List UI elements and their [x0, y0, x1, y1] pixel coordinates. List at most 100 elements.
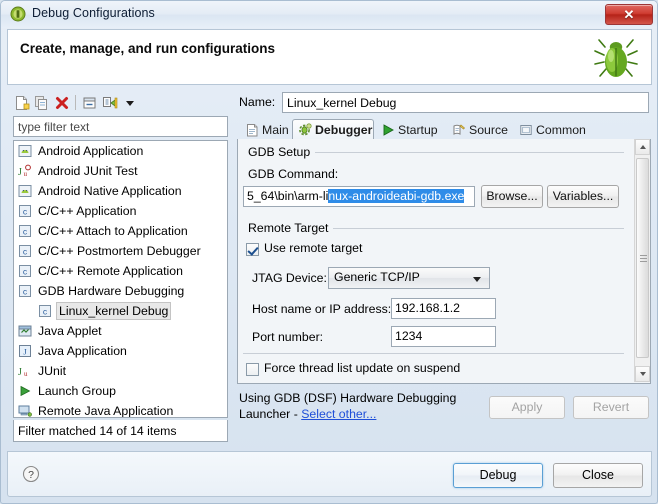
jtag-device-label: JTAG Device:	[252, 271, 327, 285]
tree-item-remote-java-application[interactable]: Remote Java Application	[14, 401, 227, 418]
gdb-command-input[interactable]: 5_64\bin\arm-linux-androideabi-gdb.exe	[243, 186, 475, 207]
filter-status-label: Filter matched 14 of 14 items	[13, 420, 228, 442]
tree-item-launch-group[interactable]: Launch Group	[14, 381, 227, 401]
tree-item-linux-kernel-debug[interactable]: c Linux_kernel Debug	[14, 301, 227, 321]
group-divider	[314, 152, 624, 153]
chevron-down-icon	[473, 277, 481, 282]
document-icon	[245, 123, 259, 137]
source-lookup-icon	[452, 123, 466, 137]
tab-label: Source	[469, 123, 508, 137]
tab-source[interactable]: Source	[446, 119, 512, 140]
tree-item-android-native-application[interactable]: Android Native Application	[14, 181, 227, 201]
launch-group-icon	[18, 384, 32, 398]
view-menu-chevron-down-icon[interactable]	[121, 94, 139, 112]
settings-vertical-scrollbar[interactable]	[634, 139, 650, 382]
tree-item-label: C/C++ Application	[38, 204, 137, 218]
tree-item-c-c-postmortem-debugger[interactable]: c C/C++ Postmortem Debugger	[14, 241, 227, 261]
svg-text:J: J	[18, 367, 22, 378]
java-application-icon: J	[18, 344, 32, 358]
green-bug-icon	[591, 33, 641, 83]
apply-button[interactable]: Apply	[489, 396, 565, 419]
dialog-header: Create, manage, and run configurations	[7, 29, 652, 85]
close-dialog-button[interactable]: Close	[553, 463, 643, 488]
svg-text:u: u	[24, 170, 28, 178]
triangle-up-icon	[640, 145, 646, 149]
host-name-label: Host name or IP address:	[252, 302, 392, 316]
tree-item-label: C/C++ Attach to Application	[38, 224, 188, 238]
tab-startup[interactable]: Startup	[375, 119, 445, 140]
filter-input[interactable]	[13, 116, 228, 137]
c-cpp-icon: c	[18, 204, 32, 218]
launcher-line2-prefix: Launcher -	[239, 407, 302, 421]
android-junit-icon: Ju	[18, 164, 32, 178]
collapse-all-icon[interactable]	[81, 94, 99, 112]
tab-common[interactable]: Common	[513, 119, 589, 140]
new-launch-configuration-icon[interactable]	[13, 94, 31, 112]
tab-label: Main	[262, 123, 289, 137]
svg-text:u: u	[24, 370, 28, 378]
title-bar: Debug Configurations ✕	[1, 1, 657, 28]
c-cpp-icon: c	[18, 224, 32, 238]
debug-button[interactable]: Debug	[453, 463, 543, 488]
tree-item-label: Remote Java Application	[38, 404, 174, 418]
force-thread-list-update-checkbox[interactable]	[246, 363, 259, 376]
variables-button[interactable]: Variables...	[547, 185, 619, 208]
eclipse-debug-icon	[10, 6, 26, 22]
triangle-down-icon	[640, 372, 646, 376]
use-remote-target-checkbox[interactable]	[246, 243, 259, 256]
debugger-tab-content: GDB Setup GDB Command: 5_64\bin\arm-linu…	[237, 139, 651, 384]
c-cpp-icon: c	[18, 284, 32, 298]
select-other-launcher-link[interactable]: Select other...	[301, 407, 376, 421]
editor-tabs: Main Debugger Startup Source Common	[237, 119, 651, 140]
duplicate-configuration-icon[interactable]	[33, 94, 51, 112]
delete-configuration-icon[interactable]	[53, 94, 71, 112]
configurations-toolbar	[11, 92, 233, 114]
jtag-device-select[interactable]: Generic TCP/IP	[328, 267, 490, 289]
tree-item-label: Android Application	[38, 144, 144, 158]
tree-item-android-application[interactable]: Android Application	[14, 141, 227, 161]
tab-label: Debugger	[315, 123, 373, 137]
tree-item-label: C/C++ Remote Application	[38, 264, 183, 278]
tree-item-c-c-attach-to-application[interactable]: c C/C++ Attach to Application	[14, 221, 227, 241]
tree-item-label: Launch Group	[38, 384, 116, 398]
bug-gear-icon	[298, 123, 312, 137]
host-name-input[interactable]: 192.168.1.2	[391, 298, 496, 319]
c-cpp-icon: c	[18, 264, 32, 278]
port-number-input[interactable]: 1234	[391, 326, 496, 347]
tab-debugger[interactable]: Debugger	[292, 119, 374, 140]
gdb-command-label: GDB Command:	[248, 167, 339, 181]
java-applet-icon	[18, 324, 32, 338]
tree-item-c-c-remote-application[interactable]: c C/C++ Remote Application	[14, 261, 227, 281]
scroll-down-button[interactable]	[635, 366, 650, 382]
android-application-icon	[18, 144, 32, 158]
window-title: Debug Configurations	[32, 6, 155, 20]
tree-item-c-c-application[interactable]: c C/C++ Application	[14, 201, 227, 221]
tree-item-label: C/C++ Postmortem Debugger	[38, 244, 201, 258]
tree-item-java-applet[interactable]: Java Applet	[14, 321, 227, 341]
group-divider	[328, 228, 624, 229]
tree-item-label: GDB Hardware Debugging	[38, 284, 185, 298]
svg-text:?: ?	[28, 469, 34, 481]
tab-label: Startup	[398, 123, 438, 137]
question-mark-help-icon[interactable]: ?	[22, 465, 40, 483]
configuration-name-input[interactable]	[282, 92, 649, 113]
tree-item-gdb-hardware-debugging[interactable]: c GDB Hardware Debugging	[14, 281, 227, 301]
gdb-command-text-selected: nux-androideabi-gdb.exe	[328, 189, 465, 203]
filter-configurations-icon[interactable]	[101, 94, 119, 112]
tree-item-java-application[interactable]: J Java Application	[14, 341, 227, 361]
tree-item-junit[interactable]: Ju JUnit	[14, 361, 227, 381]
configurations-panel: Android Application Ju Android JUnit Test A…	[11, 92, 233, 444]
close-icon: ✕	[623, 6, 635, 22]
configuration-types-tree[interactable]: Android Application Ju Android JUnit Test A…	[13, 140, 228, 418]
scrollbar-thumb[interactable]	[636, 158, 649, 358]
tree-item-android-junit-test[interactable]: Ju Android JUnit Test	[14, 161, 227, 181]
window-close-button[interactable]: ✕	[605, 4, 653, 25]
launcher-description: Using GDB (DSF) Hardware Debugging Launc…	[239, 390, 484, 422]
scroll-up-button[interactable]	[635, 139, 650, 155]
configuration-editor: Name: Main Debugger Startup Source Common GD…	[237, 92, 651, 444]
use-remote-target-label: Use remote target	[264, 241, 363, 255]
tree-item-label: Android Native Application	[38, 184, 182, 198]
tab-main[interactable]: Main	[239, 119, 291, 140]
revert-button[interactable]: Revert	[573, 396, 649, 419]
browse-button[interactable]: Browse...	[481, 185, 543, 208]
